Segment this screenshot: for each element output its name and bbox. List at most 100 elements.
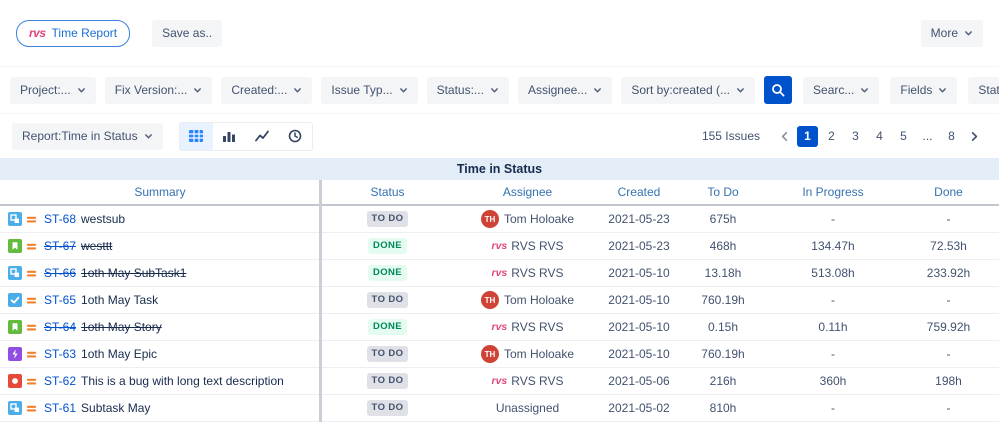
time-report-app: rvs Time Report Save as.. More Project:.…: [0, 0, 999, 422]
filter-dropdown-issue-type[interactable]: Issue Typ...: [321, 76, 418, 104]
page-button-1[interactable]: 1: [797, 125, 818, 147]
issue-summary: Subtask May: [81, 401, 151, 415]
epic-icon: [8, 347, 22, 361]
status-badge: TO DO: [366, 373, 409, 389]
issue-key-link[interactable]: ST-65: [44, 293, 76, 307]
report-type-label: Report:Time in Status: [22, 129, 138, 143]
filter-dropdown-assignee[interactable]: Assignee...: [517, 76, 613, 104]
search-dropdown[interactable]: Searc...: [803, 76, 880, 104]
filter-dropdown-status[interactable]: Status:...: [426, 76, 509, 104]
created-date: 2021-05-10: [608, 266, 670, 280]
summary-cell: ST-64 1oth May Story: [0, 314, 320, 340]
column-header-done[interactable]: Done: [898, 180, 999, 204]
inprogress-hours: 134.47h: [811, 239, 855, 253]
clock-view-button[interactable]: [278, 122, 312, 150]
status-cell: TO DO: [320, 395, 455, 421]
filter-dropdown-fix-version[interactable]: Fix Version:...: [104, 76, 213, 104]
previous-page-button[interactable]: [776, 128, 793, 145]
assignee-name: Tom Holoake: [503, 212, 575, 226]
table-row[interactable]: ST-64 1oth May Story DONE rvs RVS RVS 20…: [0, 314, 999, 341]
table-row[interactable]: ST-62 This is a bug with long text descr…: [0, 368, 999, 395]
filter-dropdown-label: Project:...: [20, 83, 71, 97]
issue-key-link[interactable]: ST-63: [44, 347, 76, 361]
table-row[interactable]: ST-63 1oth May Epic TO DO TH Tom Holoake…: [0, 341, 999, 368]
inprogress-hours: -: [831, 401, 835, 415]
column-header-assignee[interactable]: Assignee: [455, 180, 600, 204]
chevron-down-icon: [490, 86, 499, 95]
issue-key-link[interactable]: ST-61: [44, 401, 76, 415]
inprogress-hours: 360h: [819, 374, 847, 388]
page-button-4[interactable]: 4: [869, 126, 890, 147]
page-button-5[interactable]: 5: [893, 126, 914, 147]
assignee-name: Unassigned: [495, 401, 560, 415]
column-header-inprogress[interactable]: In Progress: [768, 180, 898, 204]
line-chart-view-button[interactable]: [245, 122, 279, 150]
fields-dropdown[interactable]: Fields: [890, 76, 958, 104]
report-type-dropdown[interactable]: Report:Time in Status: [12, 122, 163, 150]
more-button[interactable]: More: [920, 19, 983, 47]
issue-key-link[interactable]: ST-68: [44, 212, 76, 226]
statuses-dropdown[interactable]: Statuses: [968, 76, 999, 104]
inprogress-hours: -: [831, 293, 835, 307]
time-report-button[interactable]: rvs Time Report: [16, 19, 131, 47]
table-row[interactable]: ST-67 westtt DONE rvs RVS RVS 2021-05-23…: [0, 233, 999, 260]
page-button-2[interactable]: 2: [821, 126, 842, 147]
table-row[interactable]: ST-68 westsub TO DO TH Tom Holoake 2021-…: [0, 206, 999, 233]
summary-column-divider: [319, 180, 322, 422]
chevron-down-icon: [144, 132, 153, 141]
clock-view-icon: [287, 128, 303, 144]
assignee-name: Tom Holoake: [503, 293, 575, 307]
status-cell: DONE: [320, 233, 455, 259]
todo-hours: 216h: [709, 374, 737, 388]
filter-dropdown-label: Sort by:created (...: [631, 83, 731, 97]
more-label: More: [930, 26, 958, 40]
column-header-created[interactable]: Created: [600, 180, 678, 204]
filter-dropdown-label: Status:...: [436, 83, 484, 97]
chevron-down-icon: [938, 86, 947, 95]
status-badge: DONE: [367, 238, 408, 254]
save-as-button[interactable]: Save as..: [152, 19, 223, 47]
assignee-cell: TH Tom Holoake: [455, 206, 600, 232]
filter-dropdown-created[interactable]: Created:...: [221, 76, 313, 104]
issues-count: 155 Issues: [701, 129, 760, 143]
next-page-button[interactable]: [966, 128, 983, 145]
created-date: 2021-05-06: [608, 374, 670, 388]
created-date: 2021-05-10: [608, 293, 670, 307]
issue-key-link[interactable]: ST-67: [44, 239, 76, 253]
page-button-3[interactable]: 3: [845, 126, 866, 147]
bar-chart-view-button[interactable]: [212, 122, 246, 150]
filter-dropdown-sort-by[interactable]: Sort by:created (...: [621, 76, 756, 104]
story-icon: [8, 320, 22, 334]
subtask-icon: [8, 212, 22, 226]
todo-hours: 810h: [709, 401, 737, 415]
table-body: ST-68 westsub TO DO TH Tom Holoake 2021-…: [0, 206, 999, 422]
issue-key-link[interactable]: ST-66: [44, 266, 76, 280]
filter-bar: Project:... Fix Version:... Created:... Iss…: [0, 66, 999, 114]
column-header-summary[interactable]: Summary: [0, 180, 320, 204]
status-cell: TO DO: [320, 206, 455, 232]
done-hours: 233.92h: [926, 266, 971, 280]
done-hours: 72.53h: [930, 239, 967, 253]
subtask-icon: [8, 266, 22, 280]
issue-key-link[interactable]: ST-62: [44, 374, 76, 388]
topbar: rvs Time Report Save as.. More: [0, 0, 999, 66]
page-button-8[interactable]: 8: [941, 126, 962, 147]
todo-hours: 13.18h: [704, 266, 742, 280]
task-icon: [8, 293, 22, 307]
status-badge: TO DO: [366, 292, 409, 308]
assignee-cell: rvs RVS RVS: [455, 260, 600, 286]
table-title: Time in Status: [0, 158, 999, 180]
table-row[interactable]: ST-66 1oth May SubTask1 DONE rvs RVS RVS…: [0, 260, 999, 287]
search-button[interactable]: [764, 76, 793, 104]
table-row[interactable]: ST-65 1oth May Task TO DO TH Tom Holoake…: [0, 287, 999, 314]
column-header-status[interactable]: Status: [320, 180, 455, 204]
priority-medium-icon: [25, 321, 38, 334]
issue-key-link[interactable]: ST-64: [44, 320, 76, 334]
table-view-button[interactable]: [179, 122, 213, 150]
filter-dropdown-project[interactable]: Project:...: [10, 76, 96, 104]
table-row[interactable]: ST-61 Subtask May TO DO Unassigned 2021-…: [0, 395, 999, 422]
story-icon: [8, 239, 22, 253]
priority-medium-icon: [25, 348, 38, 361]
column-header-todo[interactable]: To Do: [678, 180, 768, 204]
view-switcher: [178, 121, 313, 151]
